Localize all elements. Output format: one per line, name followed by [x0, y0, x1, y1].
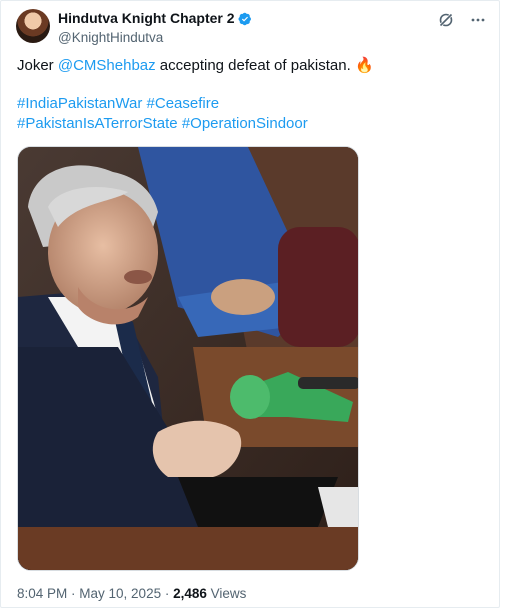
views-count[interactable]: 2,486: [173, 586, 207, 601]
more-icon[interactable]: [469, 11, 487, 29]
tweet-text-line-1: Joker @CMShehbaz accepting defeat of pak…: [17, 56, 485, 76]
meta-separator: ·: [161, 586, 174, 601]
hashtags-line-2: #PakistanIsATerrorState #OperationSindoo…: [17, 114, 485, 134]
more-icon-glyph: [471, 18, 485, 22]
video-frame-image: [18, 147, 358, 570]
hashtags-line-1: #IndiaPakistanWar #Ceasefire: [17, 94, 485, 114]
tweet-video[interactable]: [17, 146, 359, 571]
author-info: Hindutva Knight Chapter 2 @KnightHindutv…: [58, 10, 252, 47]
hashtag-link[interactable]: #Ceasefire: [147, 95, 220, 112]
verified-badge-icon: [238, 12, 251, 25]
text-after-mention: accepting defeat of pakistan. 🔥: [155, 57, 374, 74]
tweet-meta: 8:04 PM · May 10, 2025 · 2,486 Views: [17, 586, 246, 601]
top-actions: [437, 11, 487, 29]
hashtag-link[interactable]: #OperationSindoor: [182, 115, 308, 132]
meta-separator: ·: [67, 586, 80, 601]
author-handle[interactable]: @KnightHindutva: [58, 29, 252, 47]
hashtag-link[interactable]: #IndiaPakistanWar: [17, 95, 142, 112]
author-name-row[interactable]: Hindutva Knight Chapter 2: [58, 10, 252, 27]
hashtag-link[interactable]: #PakistanIsATerrorState: [17, 115, 178, 132]
grok-icon[interactable]: [437, 11, 455, 29]
mention-link[interactable]: @CMShehbaz: [58, 57, 156, 74]
tweet-time[interactable]: 8:04 PM: [17, 586, 67, 601]
tweet-header: Hindutva Knight Chapter 2 @KnightHindutv…: [16, 9, 487, 49]
views-label: Views: [206, 586, 247, 601]
text-before-mention: Joker: [17, 57, 58, 74]
tweet-text: Joker @CMShehbaz accepting defeat of pak…: [17, 56, 485, 134]
tweet-date[interactable]: May 10, 2025: [79, 586, 161, 601]
grok-icon-glyph: [439, 13, 453, 27]
avatar[interactable]: [16, 9, 50, 43]
tweet-card: Hindutva Knight Chapter 2 @KnightHindutv…: [0, 0, 500, 608]
author-display-name[interactable]: Hindutva Knight Chapter 2: [58, 10, 235, 27]
